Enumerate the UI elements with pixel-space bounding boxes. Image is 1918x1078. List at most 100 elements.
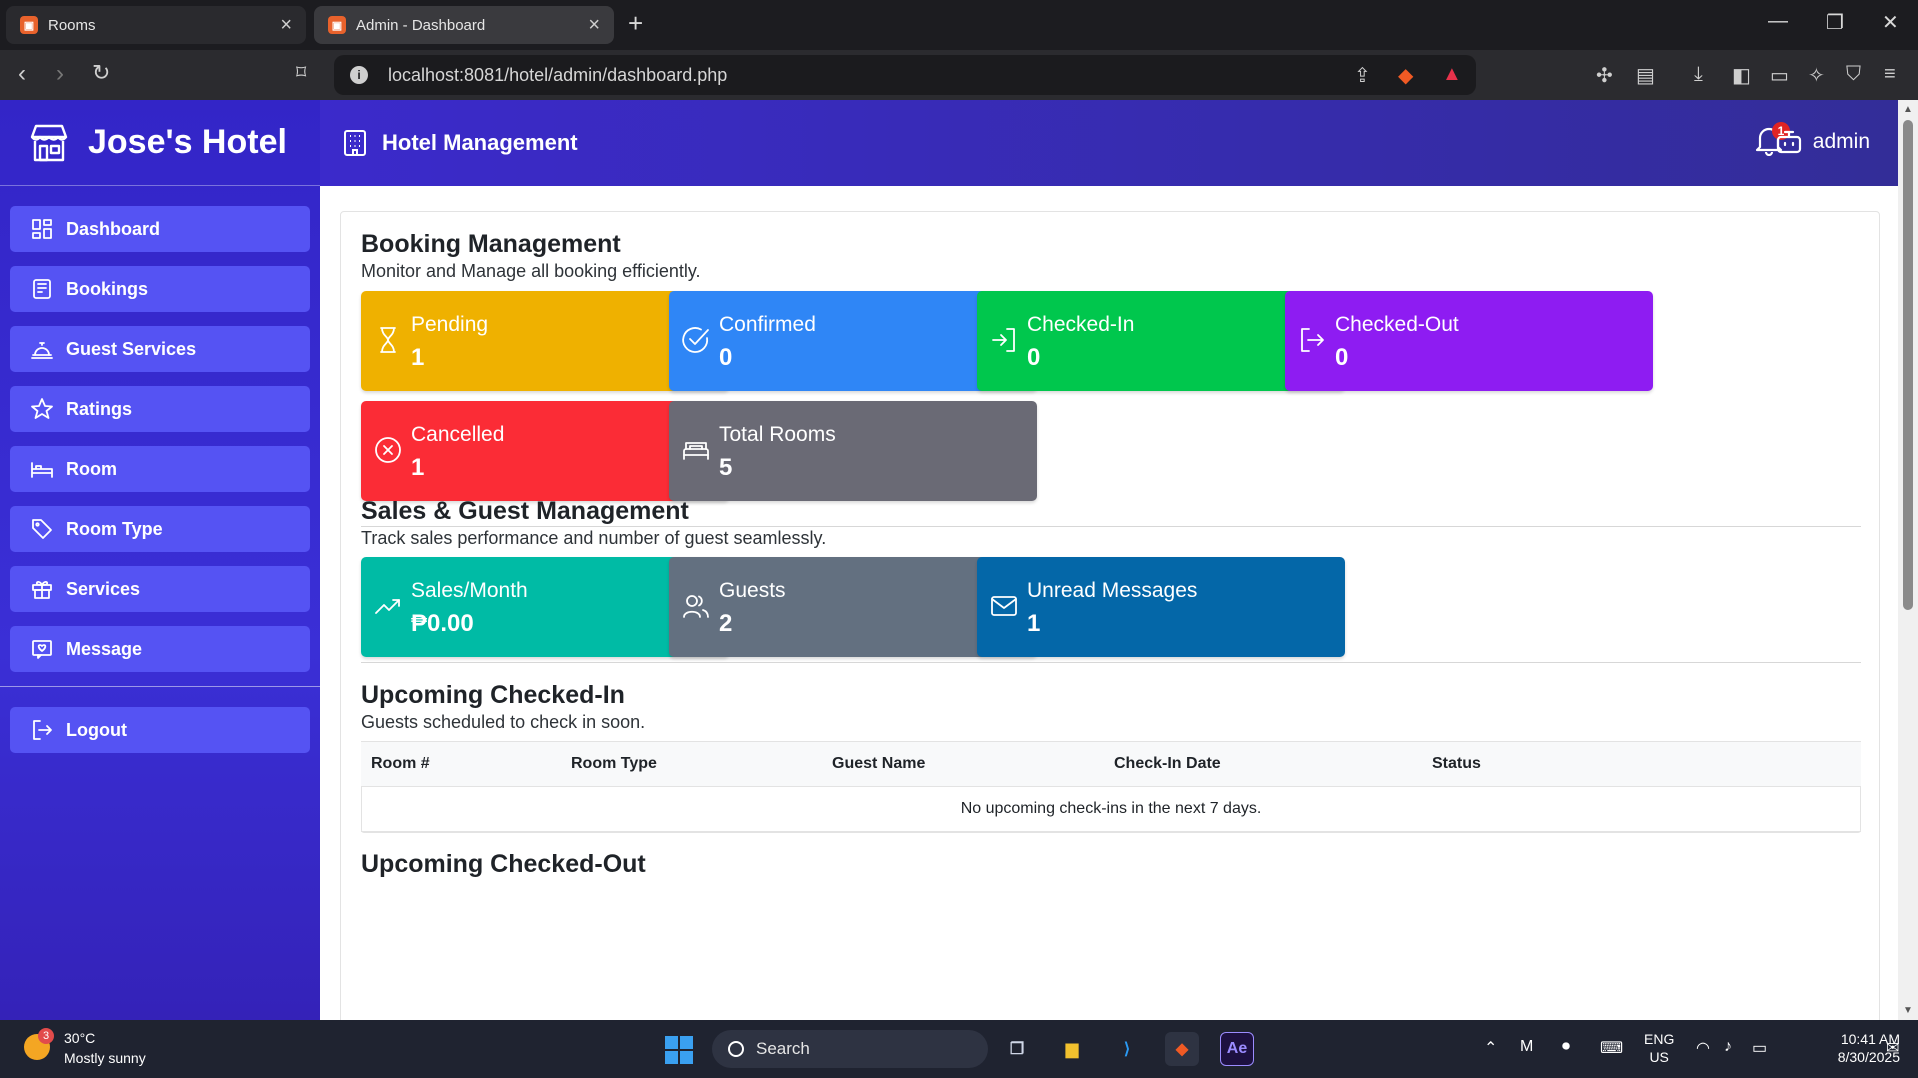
wifi-icon[interactable]: ◠ (1696, 1038, 1710, 1058)
sidebar-toggle-icon[interactable]: ◧ (1732, 63, 1751, 88)
sign-in-icon (992, 328, 1015, 352)
column-header-room-type: Room Type (561, 741, 822, 787)
xampp-favicon-icon: ▣ (328, 16, 346, 34)
microphone-icon[interactable]: ⏺ (1562, 1038, 1570, 1056)
close-window-icon[interactable]: ✕ (1882, 10, 1899, 35)
close-tab-icon[interactable]: × (280, 14, 292, 37)
wallet-icon[interactable]: ▭ (1770, 63, 1789, 88)
scroll-down-icon[interactable]: ▼ (1903, 1005, 1913, 1016)
tray-overflow-icon[interactable]: ⌃ (1484, 1038, 1497, 1058)
clock-time: 10:41 AM (1840, 1031, 1900, 1047)
sidebar-item-message[interactable]: Message (10, 626, 310, 672)
vscode-icon[interactable]: ⟩ (1110, 1032, 1144, 1066)
logout-button[interactable]: Logout (10, 707, 310, 753)
close-tab-icon[interactable]: × (588, 14, 600, 37)
column-header-guest-name: Guest Name (822, 741, 1104, 787)
file-explorer-icon[interactable]: ▆ (1055, 1032, 1089, 1066)
stat-card-total-rooms[interactable]: Total Rooms 5 (669, 401, 1037, 501)
upcoming-checkin-subtitle: Guests scheduled to check in soon. (361, 712, 646, 732)
upcoming-checkin-title: Upcoming Checked-In (361, 681, 625, 709)
xampp-favicon-icon: ▣ (20, 16, 38, 34)
stat-label: Checked-In (1027, 313, 1135, 336)
sidebar-item-room[interactable]: Room (10, 446, 310, 492)
dashboard-card: Booking Management Monitor and Manage al… (340, 211, 1880, 1020)
sidebar-item-ratings[interactable]: Ratings (10, 386, 310, 432)
page-scrollbar[interactable]: ▲ ▼ (1898, 100, 1918, 1020)
keyboard-icon[interactable]: ⌨ (1600, 1038, 1623, 1058)
stat-value: 0 (719, 344, 733, 371)
downloads-icon[interactable]: ⤓ (1694, 63, 1703, 86)
stat-value: 1 (411, 344, 425, 371)
leo-ai-icon[interactable]: ✧ (1808, 63, 1825, 88)
hourglass-icon (380, 327, 396, 353)
scroll-up-icon[interactable]: ▲ (1903, 104, 1913, 115)
taskbar-search[interactable]: Search (712, 1030, 988, 1068)
stat-label: Cancelled (411, 423, 505, 446)
sidebar-item-services[interactable]: Services (10, 566, 310, 612)
menu-icon[interactable]: ≡ (1884, 63, 1896, 86)
browser-tab-dashboard[interactable]: ▣ Admin - Dashboard × (314, 6, 614, 44)
share-icon[interactable]: ⇪ (1354, 63, 1371, 88)
stat-label: Pending (411, 313, 489, 336)
back-icon[interactable]: ‹ (18, 60, 26, 88)
stat-label: Guests (719, 579, 786, 602)
sidebar-item-label: Room Type (66, 518, 163, 539)
scrollbar-thumb[interactable] (1903, 120, 1913, 610)
stat-card-checked-out[interactable]: Checked-Out 0 (1285, 291, 1653, 391)
sidebar-item-label: Ratings (66, 398, 133, 419)
sidebar-item-dashboard[interactable]: Dashboard (10, 206, 310, 252)
notifications-icon[interactable]: ✉ (1886, 1038, 1899, 1058)
task-view-icon[interactable]: ❐ (1000, 1032, 1034, 1066)
brave-rewards-icon[interactable]: ▲ (1442, 63, 1462, 86)
minimize-icon[interactable]: — (1768, 10, 1788, 33)
user-name[interactable]: admin (1813, 130, 1870, 154)
system-clock[interactable]: 10:41 AM 8/30/2025 (1800, 1030, 1900, 1066)
language-indicator[interactable]: ENG US (1644, 1030, 1674, 1066)
stat-label: Confirmed (719, 313, 816, 336)
volume-icon[interactable]: ♪ (1724, 1038, 1732, 1056)
stat-label: Total Rooms (719, 423, 836, 446)
table-header-row: Room # Room Type Guest Name Check-In Dat… (361, 741, 1861, 787)
extensions-icon[interactable]: ✣ (1596, 63, 1613, 88)
reload-icon[interactable]: ↻ (92, 60, 110, 86)
dashboard-icon (32, 219, 52, 239)
sidebar-item-room-type[interactable]: Room Type (10, 506, 310, 552)
stat-value: 5 (719, 454, 733, 481)
site-info-icon[interactable]: i (350, 66, 368, 84)
robot-user-icon[interactable] (1775, 128, 1803, 156)
gmail-icon[interactable]: M (1520, 1038, 1533, 1056)
stat-card-unread-messages[interactable]: Unread Messages 1 (977, 557, 1345, 657)
sidebar-divider (0, 686, 320, 687)
brand[interactable]: Jose's Hotel (0, 100, 320, 186)
battery-icon[interactable]: ▭ (1752, 1038, 1767, 1058)
browser-tab-rooms[interactable]: ▣ Rooms × (6, 6, 306, 44)
reader-icon[interactable]: ▤ (1636, 63, 1655, 88)
sign-out-icon (1301, 328, 1324, 352)
tab-title: Admin - Dashboard (356, 16, 486, 34)
vpn-icon[interactable]: ⛉ (1846, 63, 1861, 86)
section-divider (361, 526, 1861, 527)
address-bar[interactable]: i localhost:8081/hotel/admin/dashboard.p… (334, 55, 1476, 95)
sidebar-item-label: Room (66, 458, 117, 479)
language-code: ENG (1644, 1031, 1675, 1047)
after-effects-icon[interactable]: Ae (1220, 1032, 1254, 1066)
stat-label: Sales/Month (411, 579, 528, 602)
sidebar-item-guest-services[interactable]: Guest Services (10, 326, 310, 372)
forward-icon[interactable]: › (56, 60, 64, 88)
brave-shield-icon[interactable]: ◆ (1398, 63, 1413, 88)
bed-icon (31, 462, 53, 478)
new-tab-icon[interactable]: + (628, 8, 643, 39)
bookmark-icon[interactable]: ⌑ (296, 60, 306, 85)
bed-icon (683, 442, 709, 460)
tag-icon (32, 519, 52, 539)
sidebar: Jose's Hotel Dashboard Bookings Guest Se… (0, 100, 320, 1020)
stat-value: 1 (411, 454, 425, 481)
star-icon (31, 398, 53, 419)
brave-browser-icon[interactable]: ◆ (1165, 1032, 1199, 1066)
restore-icon[interactable]: ❐ (1826, 10, 1844, 35)
gift-icon (32, 580, 52, 599)
sidebar-item-bookings[interactable]: Bookings (10, 266, 310, 312)
windows-start-icon[interactable] (665, 1036, 693, 1064)
column-header-check-in-date: Check-In Date (1104, 741, 1422, 787)
search-label: Search (756, 1039, 810, 1058)
